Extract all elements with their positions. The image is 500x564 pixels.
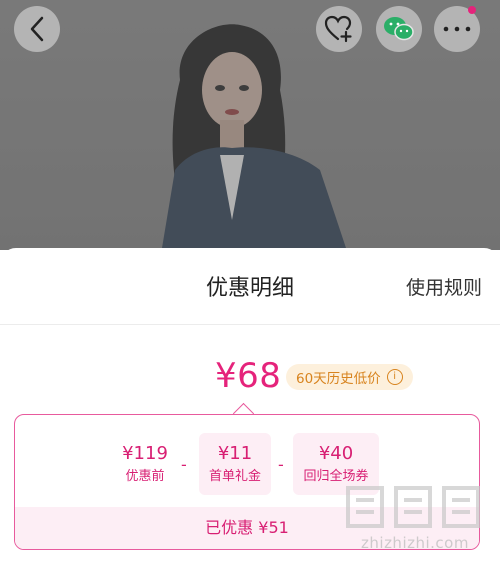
historical-low-label: 60天历史低价 [296, 371, 381, 387]
notification-dot [468, 6, 476, 14]
original-price-item: ¥119 优惠前 [107, 433, 183, 495]
screen: 优惠明细 使用规则 ¥68 60天历史低价 i ¥119 优惠前 - ¥11 首… [0, 0, 500, 564]
final-price: ¥68 [215, 356, 282, 396]
watermark-logo [346, 486, 480, 528]
minus-operator: - [278, 455, 284, 474]
heart-plus-icon [324, 15, 352, 43]
first-order-gift-label: 首单礼金 [208, 468, 261, 484]
back-button[interactable] [14, 6, 60, 52]
return-coupon-value: ¥40 [318, 442, 354, 464]
first-order-gift-value: ¥11 [217, 442, 253, 464]
return-coupon-label: 回归全场券 [303, 468, 369, 484]
historical-low-badge[interactable]: 60天历史低价 i [286, 364, 413, 390]
usage-rules-link[interactable]: 使用规则 [406, 273, 482, 300]
first-order-gift-item: ¥11 首单礼金 [199, 433, 271, 495]
minus-operator: - [181, 455, 187, 474]
favorite-button[interactable] [316, 6, 362, 52]
price-row: ¥68 60天历史低价 i [0, 356, 500, 400]
original-price-label: 优惠前 [125, 468, 165, 484]
info-icon: i [386, 369, 403, 385]
chevron-left-icon [30, 16, 44, 42]
sheet-header: 优惠明细 使用规则 [0, 248, 500, 325]
original-price-value: ¥119 [122, 442, 168, 464]
wechat-icon [384, 17, 414, 41]
watermark-text: zhizhizhi.com [361, 534, 469, 552]
product-photo [0, 0, 500, 260]
watermark: zhizhizhi.com [340, 484, 490, 554]
wechat-share-button[interactable] [376, 6, 422, 52]
more-icon [443, 26, 471, 32]
